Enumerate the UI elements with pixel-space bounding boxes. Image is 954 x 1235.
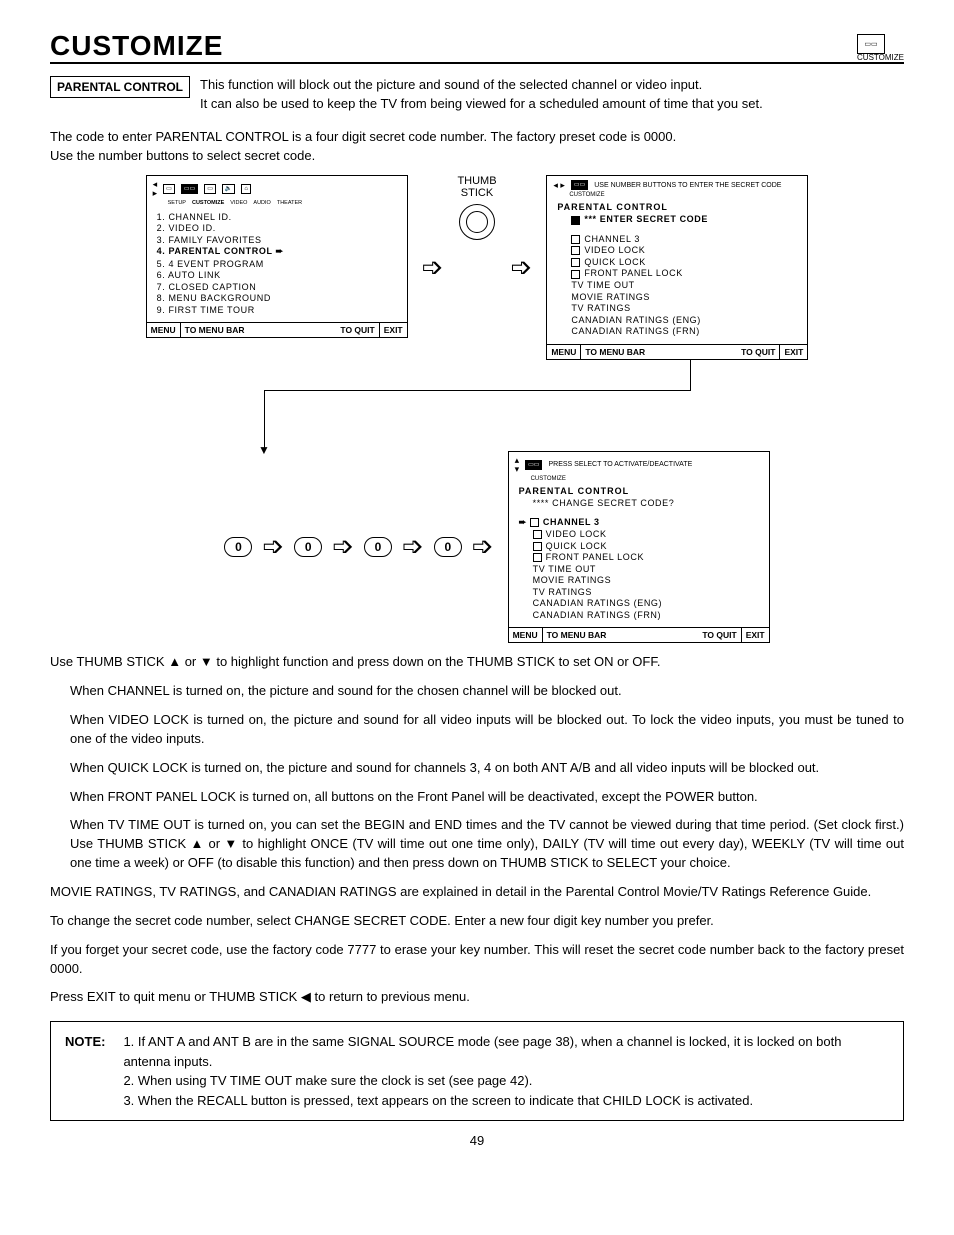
- pre-diagram-text: The code to enter PARENTAL CONTROL is a …: [50, 128, 904, 166]
- arrow-icon: ➩: [472, 531, 494, 562]
- post-p2: When CHANNEL is turned on, the picture a…: [70, 682, 904, 701]
- post-p3: When VIDEO LOCK is turned on, the pictur…: [70, 711, 904, 749]
- post-p4: When QUICK LOCK is turned on, the pictur…: [70, 759, 904, 778]
- digit-1: 0: [294, 537, 322, 557]
- arrow-icon: ➩: [262, 531, 284, 562]
- note-label: NOTE:: [65, 1032, 105, 1110]
- diagram-area: ◂▸ ▭ ▭▭ ▭ 🔈 ⌂ SETUP CUSTOMIZE VIDEO AUDI…: [50, 175, 904, 643]
- post-p9: If you forget your secret code, use the …: [50, 941, 904, 979]
- digit-0: 0: [224, 537, 252, 557]
- page-number: 49: [50, 1133, 904, 1148]
- post-p1: Use THUMB STICK ▲ or ▼ to highlight func…: [50, 653, 904, 672]
- osd-parental-activated: ▴▾ ▭▭ PRESS SELECT TO ACTIVATE/DEACTIVAT…: [508, 451, 770, 644]
- thumb-stick-diagram: THUMB STICK: [457, 175, 496, 239]
- page-title: CUSTOMIZE: [50, 30, 223, 62]
- arrow-icon: ➩: [332, 531, 354, 562]
- intro-row: PARENTAL CONTROL This function will bloc…: [50, 76, 904, 114]
- thumb-stick-icon: [459, 204, 495, 240]
- page-header: CUSTOMIZE ▭▭ CUSTOMIZE: [50, 30, 904, 64]
- digit-3: 0: [434, 537, 462, 557]
- arrow-icon: ➩: [511, 252, 533, 283]
- osd-parental-enter-code: ◂ ▸ ▭▭ USE NUMBER BUTTONS TO ENTER THE S…: [546, 175, 808, 359]
- arrow-icon: ➩: [422, 252, 444, 283]
- arrow-icon: ➩: [402, 531, 424, 562]
- post-p10: Press EXIT to quit menu or THUMB STICK ◀…: [50, 988, 904, 1007]
- intro-text: This function will block out the picture…: [200, 76, 763, 114]
- post-p6: When TV TIME OUT is turned on, you can s…: [70, 816, 904, 873]
- post-p7: MOVIE RATINGS, TV RATINGS, and CANADIAN …: [50, 883, 904, 902]
- secret-code-entry: 0 ➩ 0 ➩ 0 ➩ 0 ➩: [224, 531, 493, 562]
- note-content: 1. If ANT A and ANT B are in the same SI…: [123, 1032, 889, 1110]
- digit-2: 0: [364, 537, 392, 557]
- section-label: PARENTAL CONTROL: [50, 76, 190, 98]
- note-box: NOTE: 1. If ANT A and ANT B are in the s…: [50, 1021, 904, 1121]
- post-p5: When FRONT PANEL LOCK is turned on, all …: [70, 788, 904, 807]
- osd-menu-customize: ◂▸ ▭ ▭▭ ▭ 🔈 ⌂ SETUP CUSTOMIZE VIDEO AUDI…: [146, 175, 408, 338]
- customize-corner-icon: ▭▭ CUSTOMIZE: [857, 34, 904, 62]
- post-p8: To change the secret code number, select…: [50, 912, 904, 931]
